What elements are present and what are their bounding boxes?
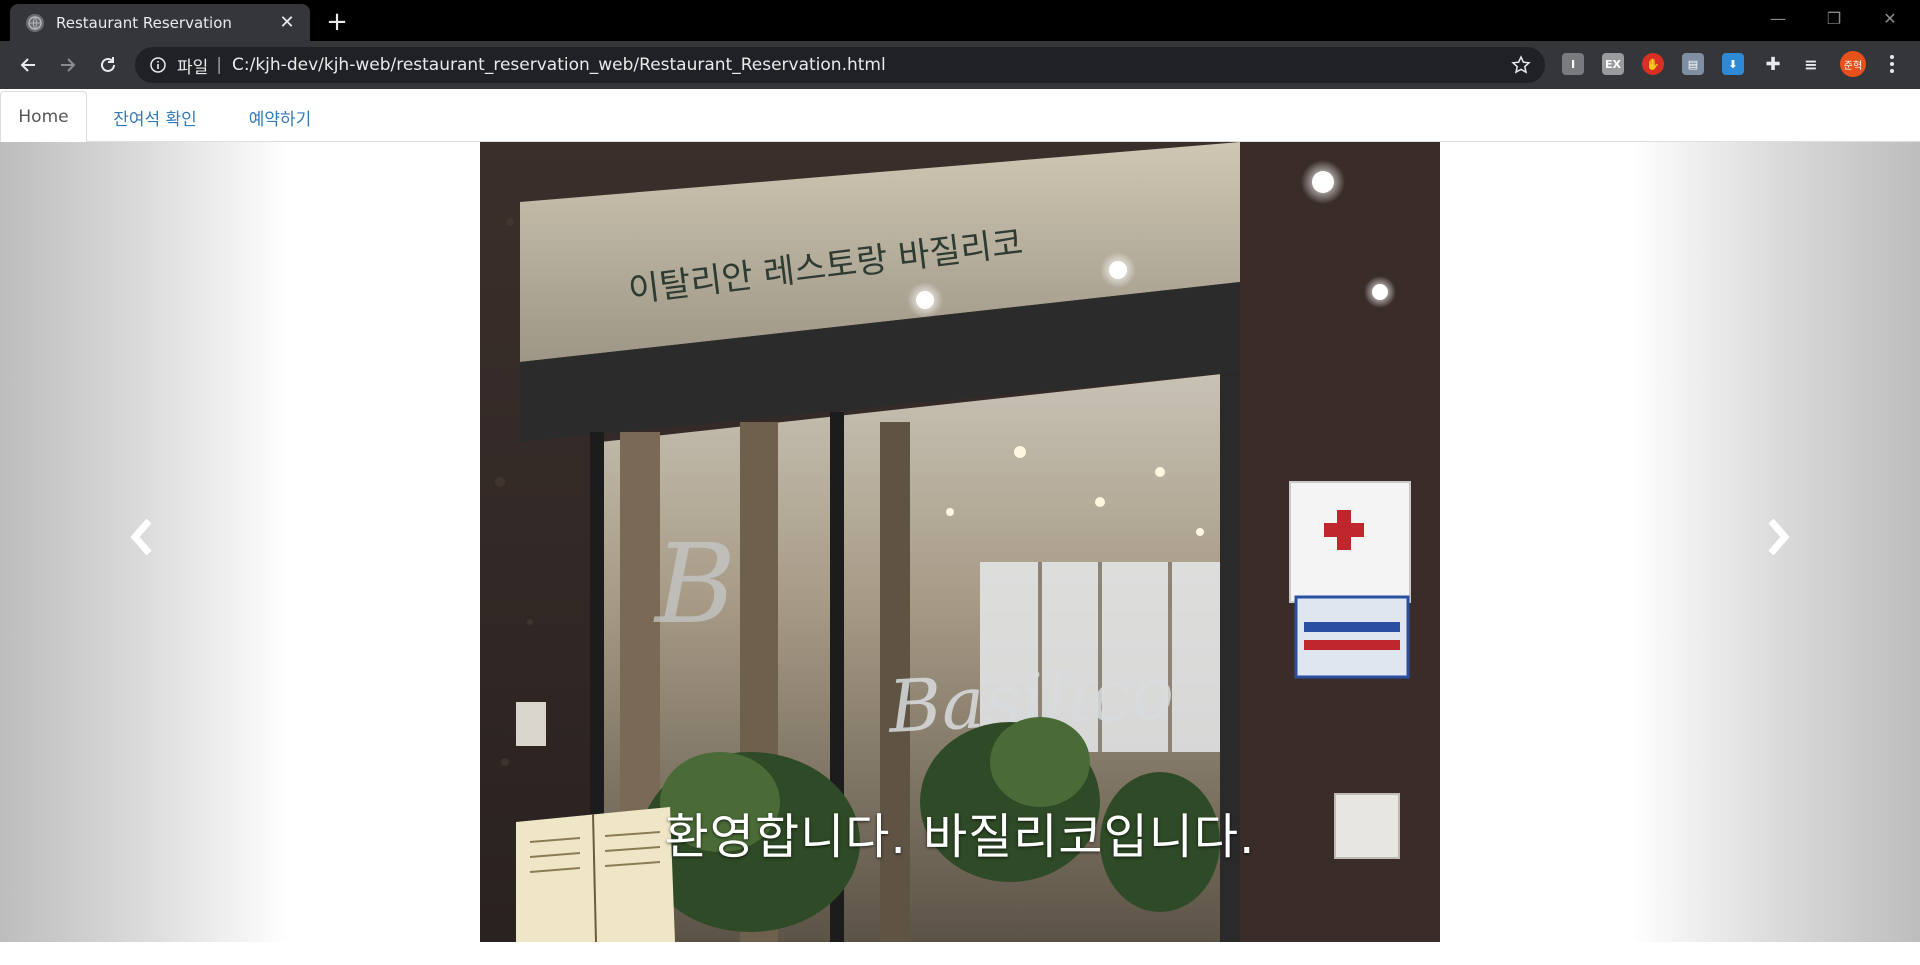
nav-tabs: Home 잔여석 확인 예약하기 (0, 89, 1920, 143)
forward-arrow-icon[interactable] (52, 49, 84, 81)
svg-text:B: B (653, 520, 736, 648)
tab-check-seats[interactable]: 잔여석 확인 (94, 91, 216, 143)
close-tab-icon[interactable]: ✕ (276, 12, 298, 34)
close-window-icon[interactable]: ✕ (1862, 0, 1918, 36)
new-tab-icon[interactable]: + (322, 7, 352, 37)
url-scheme-label: 파일 (177, 57, 209, 78)
carousel-caption: 환영합니다. 바질리코입니다. (664, 809, 1256, 865)
browser-menu-icon[interactable] (1882, 53, 1902, 75)
tab-strip: Restaurant Reservation ✕ + — ❐ ✕ (0, 0, 1920, 41)
page-content: Home 잔여석 확인 예약하기 이탈리안 레스토랑 바질리코 Basilico… (0, 89, 1920, 965)
bookmark-star-icon[interactable] (1511, 55, 1531, 75)
extensions-puzzle-icon[interactable]: ✚ (1762, 53, 1784, 75)
reload-icon[interactable] (92, 49, 124, 81)
chevron-right-icon[interactable] (1758, 512, 1798, 562)
info-icon[interactable] (149, 56, 167, 74)
extension-download-icon[interactable]: ⬇ (1722, 53, 1744, 75)
extension-adblock-icon[interactable]: ✋ (1642, 53, 1664, 75)
media-queue-icon[interactable]: ≡ (1800, 53, 1822, 75)
tab-home[interactable]: Home (0, 91, 87, 143)
chevron-left-icon[interactable] (122, 512, 162, 562)
image-carousel: 이탈리안 레스토랑 바질리코 Basilico B 환영합니다. 바질리코입니다… (0, 142, 1920, 942)
browser-tab[interactable]: Restaurant Reservation ✕ (10, 4, 310, 41)
back-arrow-icon[interactable] (12, 49, 44, 81)
restore-icon[interactable]: ❐ (1806, 0, 1862, 36)
extension-printer-icon[interactable]: ▤ (1682, 53, 1704, 75)
profile-avatar[interactable]: 준혁 (1840, 51, 1866, 77)
address-bar[interactable]: 파일 | C:/kjh-dev/kjh-web/restaurant_reser… (135, 47, 1545, 83)
tab-reserve[interactable]: 예약하기 (228, 91, 332, 143)
minimize-icon[interactable]: — (1750, 0, 1806, 36)
url-text[interactable]: C:/kjh-dev/kjh-web/restaurant_reservatio… (232, 55, 886, 75)
extension-reader-icon[interactable]: I (1562, 53, 1584, 75)
restaurant-entrance-photo: 이탈리안 레스토랑 바질리코 Basilico B 환영합니다. 바질리코입니다… (480, 142, 1440, 942)
extension-ex-icon[interactable]: EX (1602, 53, 1624, 75)
url-separator: | (216, 55, 223, 75)
browser-toolbar: 파일 | C:/kjh-dev/kjh-web/restaurant_reser… (0, 41, 1920, 89)
globe-icon (26, 13, 44, 32)
tab-title: Restaurant Reservation (56, 13, 232, 32)
